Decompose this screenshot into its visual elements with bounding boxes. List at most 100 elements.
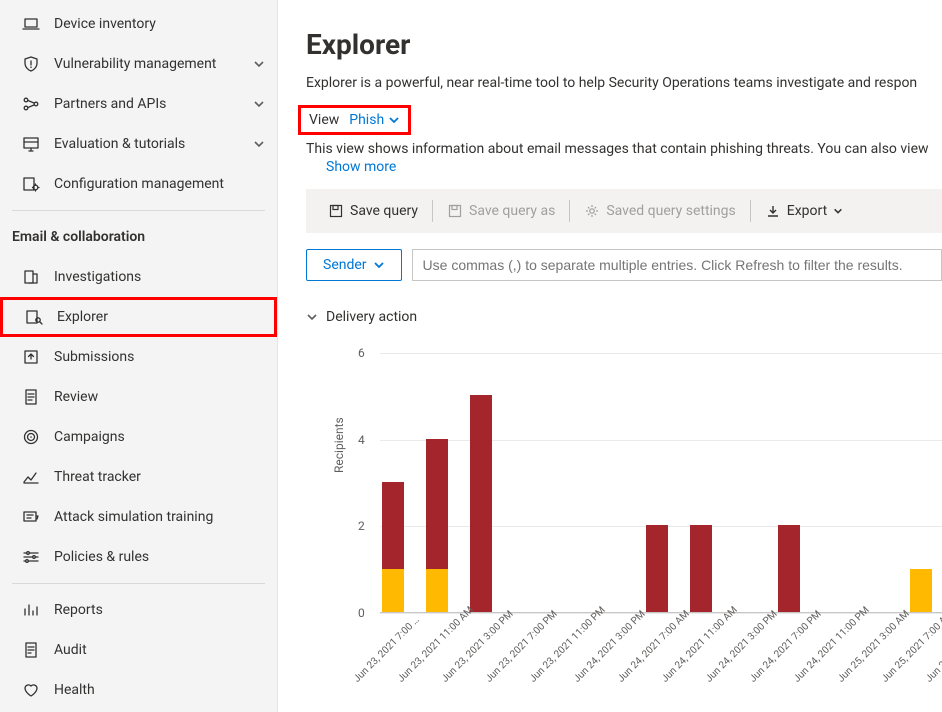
sidebar-item-vulnerability-management[interactable]: Vulnerability management bbox=[0, 44, 277, 84]
chart-bar bbox=[602, 353, 624, 612]
sidebar-item-policies-rules[interactable]: Policies & rules bbox=[0, 537, 277, 577]
save-query-as-label: Save query as bbox=[469, 203, 555, 219]
sidebar-item-label: Attack simulation training bbox=[54, 509, 265, 525]
saved-query-settings-label: Saved query settings bbox=[606, 203, 735, 219]
shield-warning-icon bbox=[22, 55, 40, 73]
sidebar-item-reports[interactable]: Reports bbox=[0, 590, 277, 630]
explorer-icon bbox=[25, 308, 43, 326]
sidebar-item-label: Audit bbox=[54, 642, 265, 658]
sidebar-item-health[interactable]: Health bbox=[0, 670, 277, 710]
chevron-down-icon bbox=[253, 58, 265, 70]
chart-bar bbox=[822, 353, 844, 612]
sidebar-item-submissions[interactable]: Submissions bbox=[0, 337, 277, 377]
sidebar-item-label: Partners and APIs bbox=[54, 96, 253, 112]
chart-x-tick: Jun 23, 2021 7:00 … bbox=[352, 661, 375, 684]
sidebar-item-evaluation-tutorials[interactable]: Evaluation & tutorials bbox=[0, 124, 277, 164]
chart-bar bbox=[778, 353, 800, 612]
reports-icon bbox=[22, 601, 40, 619]
sidebar-item-device-inventory[interactable]: Device inventory bbox=[0, 4, 277, 44]
attack-sim-icon bbox=[22, 508, 40, 526]
sidebar-item-label: Configuration management bbox=[54, 176, 265, 192]
chart-x-tick: Jun 25, 2021 3:00 AM bbox=[836, 661, 859, 684]
chart-bar-segment bbox=[690, 525, 712, 612]
sidebar-item-label: Threat tracker bbox=[54, 469, 265, 485]
chart-y-tick: 6 bbox=[358, 346, 365, 360]
chart-x-tick: Jun 24, 2021 7:00 PM bbox=[748, 661, 771, 684]
sidebar-item-audit[interactable]: Audit bbox=[0, 630, 277, 670]
page-description: Explorer is a powerful, near real-time t… bbox=[306, 75, 942, 91]
chart-x-tick: Jun 23, 2021 7:00 PM bbox=[484, 661, 507, 684]
chart-bars bbox=[380, 353, 942, 612]
investigations-icon bbox=[22, 268, 40, 286]
chevron-down-icon bbox=[253, 98, 265, 110]
chevron-down-icon bbox=[388, 114, 400, 126]
chart-x-tick: Jun 24, 2021 11:00 PM bbox=[792, 661, 815, 684]
chart-bar bbox=[690, 353, 712, 612]
chart-bar-segment bbox=[910, 569, 932, 612]
chart-bar bbox=[426, 353, 448, 612]
chart-bar bbox=[734, 353, 756, 612]
save-query-as-button: Save query as bbox=[433, 189, 569, 233]
chart-x-tick: Jun 24, 2021 7:00 AM bbox=[616, 661, 639, 684]
chart-bar bbox=[910, 353, 932, 612]
sidebar-item-label: Submissions bbox=[54, 349, 265, 365]
filter-field-dropdown[interactable]: Sender bbox=[306, 249, 402, 281]
view-sub-description: This view shows information about email … bbox=[306, 141, 942, 157]
sidebar-item-label: Device inventory bbox=[54, 16, 265, 32]
chart-y-tick: 2 bbox=[358, 519, 365, 533]
view-label: View bbox=[309, 112, 339, 128]
filter-field-value: Sender bbox=[323, 257, 367, 273]
sidebar: Device inventory Vulnerability management… bbox=[0, 0, 278, 712]
chart-bar-segment bbox=[426, 569, 448, 612]
chart-bar bbox=[558, 353, 580, 612]
sidebar-item-threat-tracker[interactable]: Threat tracker bbox=[0, 457, 277, 497]
save-query-button[interactable]: Save query bbox=[314, 189, 432, 233]
view-dropdown[interactable]: Phish bbox=[349, 112, 400, 128]
chart-bar bbox=[382, 353, 404, 612]
api-icon bbox=[22, 95, 40, 113]
chart-x-tick: Jun 24, 2021 3:00 PM bbox=[572, 661, 595, 684]
chart-bar-segment bbox=[426, 439, 448, 569]
sidebar-item-label: Review bbox=[54, 389, 265, 405]
page-title: Explorer bbox=[306, 28, 942, 61]
delivery-action-toggle[interactable]: Delivery action bbox=[306, 309, 942, 325]
chart-x-tick: Jun 25, 2021 11:00 AM bbox=[924, 661, 942, 684]
chart-bar bbox=[470, 353, 492, 612]
filter-row: Sender bbox=[306, 249, 942, 281]
chevron-down-icon bbox=[253, 138, 265, 150]
sidebar-item-review[interactable]: Review bbox=[0, 377, 277, 417]
health-icon bbox=[22, 681, 40, 699]
chart-x-tick: Jun 23, 2021 11:00 AM bbox=[396, 661, 419, 684]
chart-x-tick: Jun 24, 2021 11:00 AM bbox=[660, 661, 683, 684]
sidebar-item-investigations[interactable]: Investigations bbox=[0, 257, 277, 297]
sidebar-item-explorer[interactable]: Explorer bbox=[0, 297, 277, 337]
chevron-down-icon bbox=[373, 259, 385, 271]
sidebar-item-label: Policies & rules bbox=[54, 549, 265, 565]
save-query-label: Save query bbox=[350, 203, 418, 219]
sidebar-item-partners-and-apis[interactable]: Partners and APIs bbox=[0, 84, 277, 124]
sidebar-item-configuration-management[interactable]: Configuration management bbox=[0, 164, 277, 204]
chart-bar bbox=[514, 353, 536, 612]
gear-icon bbox=[584, 203, 600, 219]
tracker-icon bbox=[22, 468, 40, 486]
sidebar-item-label: Health bbox=[54, 682, 265, 698]
sidebar-item-label: Evaluation & tutorials bbox=[54, 136, 253, 152]
sidebar-item-campaigns[interactable]: Campaigns bbox=[0, 417, 277, 457]
saved-query-settings-button: Saved query settings bbox=[570, 189, 749, 233]
sidebar-item-label: Campaigns bbox=[54, 429, 265, 445]
review-icon bbox=[22, 388, 40, 406]
sidebar-item-attack-simulation-training[interactable]: Attack simulation training bbox=[0, 497, 277, 537]
eval-icon bbox=[22, 135, 40, 153]
chart-y-axis-label: Recipients bbox=[332, 417, 346, 473]
chart-x-tick: Jun 23, 2021 3:00 PM bbox=[440, 661, 463, 684]
filter-input[interactable] bbox=[412, 249, 942, 281]
chart-bar bbox=[646, 353, 668, 612]
submissions-icon bbox=[22, 348, 40, 366]
chart-bar-segment bbox=[382, 482, 404, 569]
save-icon bbox=[328, 203, 344, 219]
export-button[interactable]: Export bbox=[751, 189, 857, 233]
sidebar-item-label: Explorer bbox=[57, 309, 262, 325]
sidebar-divider bbox=[12, 583, 265, 584]
chart-x-tick: Jun 24, 2021 3:00 PM bbox=[704, 661, 727, 684]
show-more-link[interactable]: Show more bbox=[326, 159, 396, 175]
